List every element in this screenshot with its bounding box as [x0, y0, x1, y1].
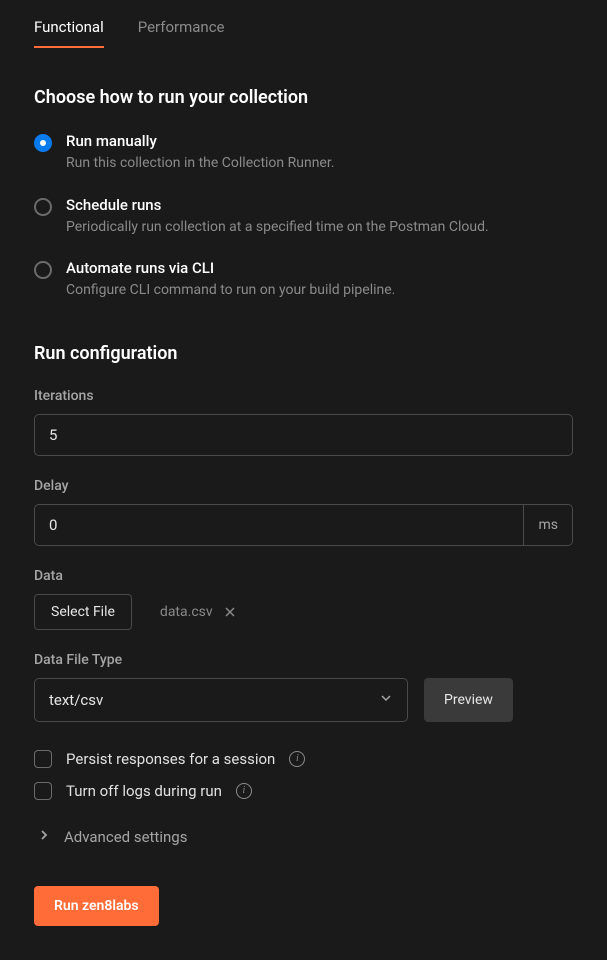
select-file-button[interactable]: Select File — [34, 594, 132, 630]
file-type-label: Data File Type — [34, 652, 573, 668]
chevron-right-icon — [38, 829, 50, 845]
chevron-down-icon — [379, 691, 393, 709]
radio-button-icon — [34, 134, 52, 152]
iterations-field: Iterations — [34, 388, 573, 456]
data-label: Data — [34, 568, 573, 584]
checkbox-icon[interactable] — [34, 782, 52, 800]
run-button[interactable]: Run zen8labs — [34, 886, 159, 926]
advanced-settings-toggle[interactable]: Advanced settings — [34, 828, 573, 846]
turn-off-logs-label: Turn off logs during run — [66, 782, 222, 800]
radio-label: Automate runs via CLI — [66, 259, 573, 277]
info-icon[interactable]: i — [289, 751, 305, 767]
info-icon[interactable]: i — [236, 783, 252, 799]
tabs-bar: Functional Performance — [34, 12, 573, 49]
tab-functional[interactable]: Functional — [34, 12, 104, 48]
delay-input[interactable] — [35, 505, 523, 545]
file-type-select[interactable]: text/csv — [34, 678, 408, 722]
preview-button[interactable]: Preview — [424, 678, 513, 722]
radio-button-icon — [34, 198, 52, 216]
advanced-settings-label: Advanced settings — [64, 828, 187, 846]
tab-performance[interactable]: Performance — [138, 12, 225, 48]
delay-suffix: ms — [523, 505, 572, 545]
radio-description: Run this collection in the Collection Ru… — [66, 155, 334, 171]
radio-text: Run manually Run this collection in the … — [66, 132, 573, 174]
radio-automate-cli[interactable]: Automate runs via CLI Configure CLI comm… — [34, 259, 573, 301]
delay-input-wrapper: ms — [34, 504, 573, 546]
choose-section-title: Choose how to run your collection — [34, 87, 573, 108]
radio-run-manually[interactable]: Run manually Run this collection in the … — [34, 132, 573, 174]
config-section-title: Run configuration — [34, 343, 573, 364]
radio-schedule-runs[interactable]: Schedule runs Periodically run collectio… — [34, 196, 573, 238]
checkbox-icon[interactable] — [34, 750, 52, 768]
file-type-value: text/csv — [49, 691, 379, 709]
radio-label: Schedule runs — [66, 196, 573, 214]
iterations-input[interactable] — [34, 414, 573, 456]
radio-description: Periodically run collection at a specifi… — [66, 219, 489, 235]
selected-file: data.csv — [160, 604, 237, 620]
remove-file-icon[interactable] — [223, 605, 237, 619]
radio-button-icon — [34, 261, 52, 279]
data-field: Data Select File data.csv — [34, 568, 573, 630]
radio-description: Configure CLI command to run on your bui… — [66, 282, 395, 298]
persist-responses-row[interactable]: Persist responses for a session i — [34, 750, 573, 768]
file-name: data.csv — [160, 604, 213, 620]
iterations-label: Iterations — [34, 388, 573, 404]
persist-responses-label: Persist responses for a session — [66, 750, 275, 768]
radio-text: Schedule runs Periodically run collectio… — [66, 196, 573, 238]
radio-label: Run manually — [66, 132, 573, 150]
file-type-field: Data File Type text/csv Preview — [34, 652, 573, 722]
delay-label: Delay — [34, 478, 573, 494]
radio-text: Automate runs via CLI Configure CLI comm… — [66, 259, 573, 301]
turn-off-logs-row[interactable]: Turn off logs during run i — [34, 782, 573, 800]
run-method-radio-group: Run manually Run this collection in the … — [34, 132, 573, 301]
delay-field: Delay ms — [34, 478, 573, 546]
